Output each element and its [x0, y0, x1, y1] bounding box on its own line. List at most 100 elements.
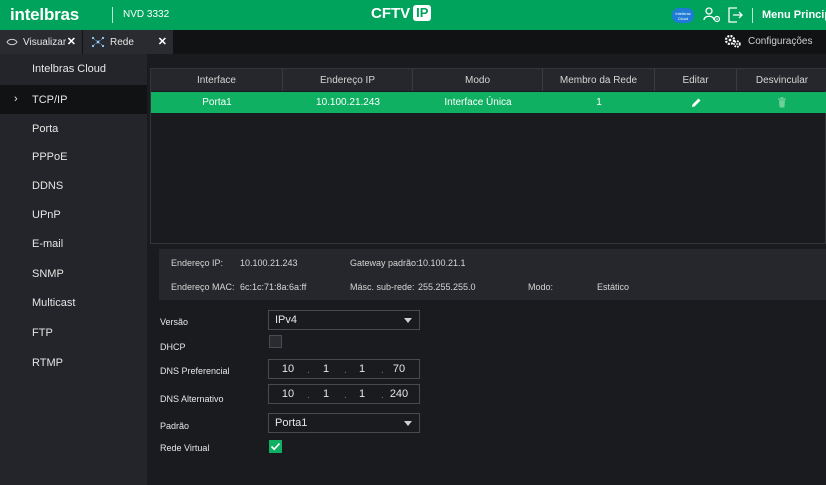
sidebar-item-porta[interactable]: Porta — [0, 114, 147, 143]
mac-address-value: 6c:1c:71:8a:6a:ff — [240, 282, 307, 292]
configuracoes-label: Configurações — [748, 35, 813, 47]
subnet-mask-label: Másc. sub-rede: — [350, 282, 415, 292]
sidebar-item-email[interactable]: E-mail — [0, 229, 147, 258]
ip-octet[interactable]: 1 — [347, 363, 377, 375]
virtual-network-checkbox[interactable] — [269, 440, 282, 453]
virtual-network-label: Rede Virtual — [160, 443, 210, 453]
network-icon — [91, 36, 105, 48]
version-label: Versão — [160, 317, 189, 327]
sidebar-item-upnp[interactable]: UPnP — [0, 200, 147, 229]
version-select[interactable]: IPv4 — [268, 310, 420, 330]
sidebar-item-label: FTP — [32, 326, 53, 339]
header-divider — [752, 8, 753, 23]
trash-icon[interactable] — [777, 97, 787, 108]
tab-rede[interactable]: Rede ✕ — [83, 30, 173, 54]
subnet-mask-value: 255.255.255.0 — [418, 282, 476, 292]
sidebar-item-label: TCP/IP — [32, 93, 68, 106]
sidebar-item-label: E-mail — [32, 237, 64, 250]
column-header: Desvincular — [755, 74, 809, 86]
mac-address-label: Endereço MAC: — [171, 282, 235, 292]
dhcp-checkbox[interactable] — [269, 335, 282, 348]
ip-address-label: Endereço IP: — [171, 258, 224, 268]
ip-octet-separator: . — [307, 365, 310, 376]
default-select[interactable]: Porta1 — [268, 413, 420, 433]
cftv-ip-logo: CFTV IP — [371, 5, 432, 22]
mode-value: Estático — [597, 282, 630, 292]
user-settings-icon[interactable] — [703, 6, 721, 24]
sidebar-item-label: RTMP — [32, 356, 63, 369]
sidebar-item-intelbras-cloud[interactable]: Intelbras Cloud — [0, 54, 147, 83]
sidebar-item-ddns[interactable]: DDNS — [0, 171, 147, 200]
close-icon[interactable]: ✕ — [158, 35, 167, 48]
column-header: Modo — [413, 69, 543, 91]
sidebar-item-label: PPPoE — [32, 150, 68, 163]
ip-logo-badge: IP — [413, 5, 432, 21]
dns-preferred-input[interactable]: 10 . 1 . 1 . 70 — [268, 359, 420, 379]
table-row[interactable]: Porta1 10.100.21.243 Interface Única 1 — [151, 92, 826, 113]
ip-octet-separator: . — [307, 390, 310, 401]
main-menu-button[interactable]: Menu Principal — [762, 9, 826, 21]
chevron-down-icon — [404, 318, 412, 323]
column-header: Membro da Rede — [543, 69, 655, 91]
chevron-down-icon — [404, 421, 412, 426]
ip-octet[interactable]: 1 — [347, 388, 377, 400]
dns-alternate-input[interactable]: 10 . 1 . 1 . 240 — [268, 384, 420, 404]
checkmark-icon — [270, 442, 281, 451]
cell-ip: 10.100.21.243 — [316, 97, 380, 108]
default-select-value: Porta1 — [275, 417, 308, 429]
ip-octet[interactable]: 70 — [384, 363, 414, 375]
sidebar-item-label: Intelbras Cloud — [32, 62, 106, 75]
sidebar-item-label: Porta — [32, 122, 59, 135]
ip-octet[interactable]: 1 — [311, 363, 341, 375]
unlink-cell — [737, 92, 826, 113]
gateway-label: Gateway padrão: — [350, 258, 419, 268]
ip-address-value: 10.100.21.243 — [240, 258, 298, 268]
ip-octet[interactable]: 10 — [273, 363, 303, 375]
sidebar-item-rtmp[interactable]: RTMP — [0, 348, 147, 377]
tab-label: Rede — [110, 36, 134, 48]
tab-visualizar[interactable]: Visualizar ✕ — [0, 30, 82, 54]
pencil-icon[interactable] — [690, 97, 702, 109]
table-header: Interface Endereço IP Modo Membro da Red… — [151, 69, 826, 91]
tab-label: Visualizar — [23, 36, 67, 48]
column-header: Editar — [655, 69, 737, 91]
dhcp-label: DHCP — [160, 342, 186, 352]
ip-octet[interactable]: 240 — [384, 388, 414, 400]
sidebar-item-multicast[interactable]: Multicast — [0, 288, 147, 317]
ip-info-panel — [159, 249, 826, 300]
default-label: Padrão — [160, 421, 190, 431]
header-divider — [112, 7, 113, 23]
column-header: Interface — [151, 69, 283, 91]
chevron-right-icon: › — [14, 93, 18, 105]
close-icon[interactable]: ✕ — [67, 35, 76, 48]
dns-alternate-label: DNS Alternativo — [160, 394, 224, 404]
gears-icon — [724, 34, 741, 48]
dns-preferred-label: DNS Preferencial — [160, 366, 230, 376]
logout-icon[interactable] — [727, 6, 743, 24]
device-model: NVD 3332 — [123, 9, 170, 20]
eye-icon — [6, 38, 18, 46]
sidebar-item-ftp[interactable]: FTP — [0, 318, 147, 347]
configuracoes-button[interactable]: Configurações — [724, 34, 812, 48]
sidebar-item-tcpip[interactable]: › TCP/IP — [0, 85, 147, 114]
cftv-logo-text: CFTV — [371, 5, 411, 22]
mode-label: Modo: — [528, 282, 554, 292]
sidebar-item-label: DDNS — [32, 179, 64, 192]
ip-octet[interactable]: 10 — [273, 388, 303, 400]
cell-interface: Porta1 — [202, 97, 232, 108]
intelbras-logo: intelbras — [10, 5, 80, 24]
version-select-value: IPv4 — [275, 314, 298, 326]
cell-member: 1 — [596, 97, 602, 108]
ip-octet[interactable]: 1 — [311, 388, 341, 400]
sidebar-item-label: SNMP — [32, 267, 64, 280]
interfaces-table: Interface Endereço IP Modo Membro da Red… — [150, 68, 826, 244]
sidebar-item-snmp[interactable]: SNMP — [0, 259, 147, 288]
edit-cell — [655, 92, 737, 113]
column-header: Endereço IP — [283, 69, 413, 91]
sidebar-item-label: Multicast — [32, 296, 76, 309]
gateway-value: 10.100.21.1 — [418, 258, 466, 268]
cloud-icon[interactable]: Intelbras Cloud — [672, 8, 694, 23]
sidebar-item-label: UPnP — [32, 208, 61, 221]
sidebar-item-pppoe[interactable]: PPPoE — [0, 142, 147, 171]
cell-mode: Interface Única — [444, 97, 512, 108]
